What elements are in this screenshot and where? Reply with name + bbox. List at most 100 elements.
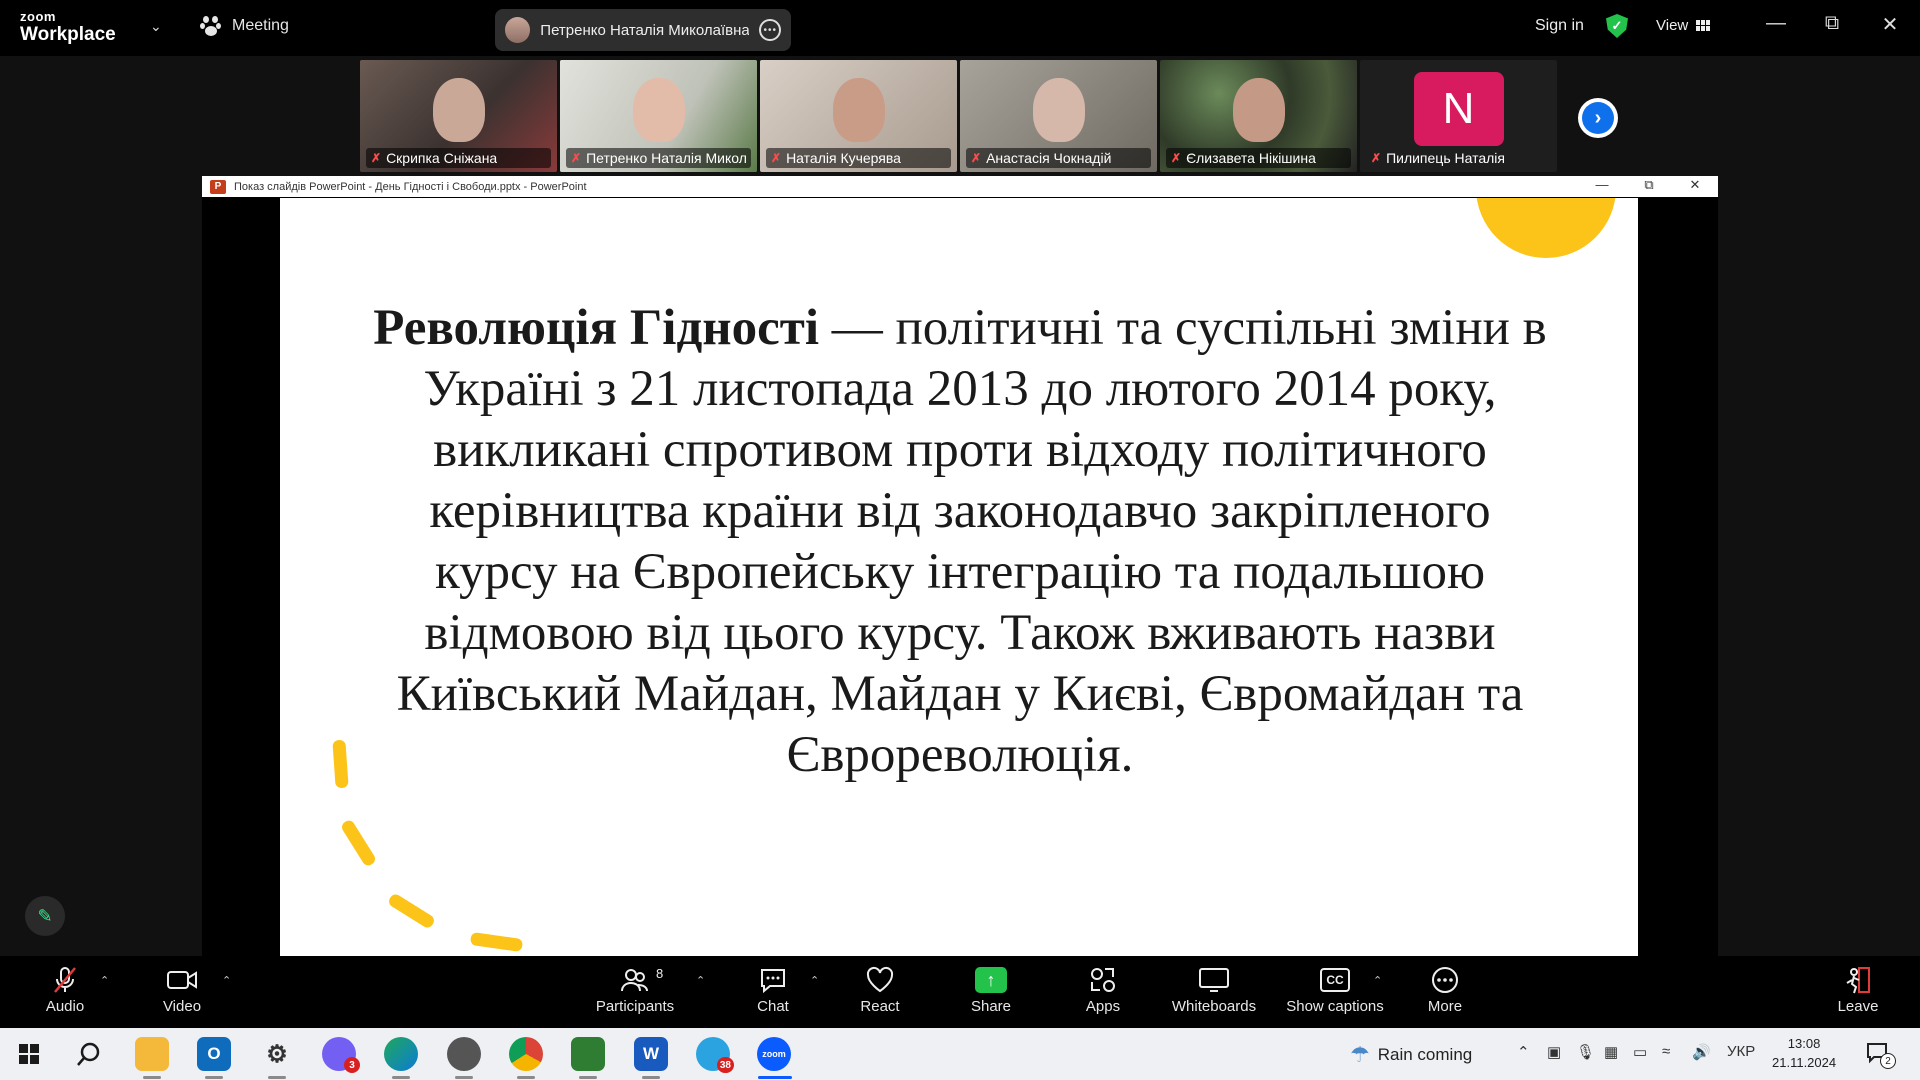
participant-name: Петренко Наталія Миколаївна (586, 150, 746, 166)
apps-button[interactable]: Apps (1048, 964, 1158, 1022)
chevron-right-icon: › (1582, 102, 1614, 134)
search-icon[interactable] (72, 1037, 106, 1071)
chevron-up-icon[interactable]: ⌃ (1517, 1043, 1530, 1061)
mic-muted-icon: ✗ (371, 151, 382, 165)
windows-taskbar: O ⚙ 3 W 38 zoom ☂ Rain coming ⌃ ▣ 🎙 ▦ ▭ … (0, 1028, 1920, 1080)
chat-options-caret[interactable]: ⌃ (810, 974, 819, 987)
participant-tile[interactable]: ✗ Єлизавета Нікішина (1160, 60, 1357, 172)
chat-button[interactable]: Chat (718, 964, 828, 1022)
weather-widget[interactable]: ☂ Rain coming (1350, 1042, 1472, 1068)
apps-icon (1088, 964, 1118, 996)
security-shield-icon[interactable]: ✓ (1606, 14, 1628, 38)
view-button[interactable]: View (1656, 17, 1711, 34)
viber-icon[interactable]: 3 (322, 1037, 360, 1073)
chat-bubble-icon (758, 964, 788, 996)
whiteboards-label: Whiteboards (1171, 998, 1257, 1015)
participant-tile[interactable]: ✗ Наталія Кучерява (760, 60, 957, 172)
edge-browser-icon[interactable] (384, 1037, 418, 1071)
rain-umbrella-icon: ☂ (1350, 1042, 1370, 1067)
telegram-icon[interactable]: 38 (696, 1037, 734, 1073)
participant-video-strip: ✗ Скрипка Сніжана ✗ Петренко Наталія Мик… (360, 60, 1560, 174)
mic-muted-icon: ✗ (771, 151, 782, 165)
chat-label: Chat (757, 998, 789, 1015)
slide-paragraph: — політичні та суспільні зміни в Україні… (396, 300, 1547, 783)
ppt-minimize-icon[interactable]: — (1587, 177, 1617, 192)
word-app-icon[interactable]: W (634, 1037, 668, 1071)
meeting-tray-icon[interactable]: ▣ (1547, 1043, 1561, 1061)
participant-tile[interactable]: ✗ Скрипка Сніжана (360, 60, 557, 172)
meeting-label: Meeting (232, 17, 289, 34)
participants-options-caret[interactable]: ⌃ (696, 974, 705, 987)
language-indicator[interactable]: УКР (1727, 1043, 1755, 1060)
audio-button[interactable]: Audio (10, 964, 120, 1022)
file-explorer-icon[interactable] (135, 1037, 169, 1071)
meeting-controls-toolbar: Audio ⌃ Video ⌃ 8 Participants ⌃ Chat ⌃ … (0, 956, 1920, 1028)
whiteboards-button[interactable]: Whiteboards (1159, 964, 1269, 1022)
ppt-close-icon[interactable]: ✕ (1680, 177, 1710, 193)
show-captions-button[interactable]: CC Show captions (1280, 964, 1390, 1022)
leave-label: Leave (1837, 998, 1879, 1015)
annotate-pen-icon[interactable]: ✎ (25, 896, 65, 936)
slide-body-text: Революція Гідності — політичні та суспіл… (370, 298, 1550, 786)
participant-name: Наталія Кучерява (786, 150, 901, 166)
more-dots-icon (1430, 964, 1460, 996)
participants-button[interactable]: 8 Participants (580, 964, 690, 1022)
dash-decoration (339, 818, 378, 868)
next-participants-button[interactable]: › (1578, 98, 1618, 138)
more-button[interactable]: More (1390, 964, 1500, 1022)
restore-window-icon[interactable]: ⧉ (1812, 12, 1852, 35)
windows-start-icon[interactable] (12, 1037, 46, 1071)
video-camera-icon (166, 964, 198, 996)
screen-share-tray-icon[interactable]: ▦ (1604, 1043, 1618, 1061)
share-screen-button[interactable]: ↑ Share (936, 964, 1046, 1022)
paw-icon (200, 15, 222, 37)
participant-tile[interactable]: ✗ Анастасія Чокнадій (960, 60, 1157, 172)
sign-in-link[interactable]: Sign in (1535, 17, 1584, 35)
telegram-badge: 38 (716, 1057, 734, 1073)
dash-decoration (469, 931, 524, 953)
system-clock[interactable]: 13:08 21.11.2024 (1772, 1034, 1836, 1072)
microphone-tray-icon[interactable]: 🎙 (1576, 1043, 1595, 1061)
minimize-window-icon[interactable]: — (1756, 12, 1796, 35)
view-label: View (1656, 17, 1689, 34)
chrome-browser-icon[interactable] (509, 1037, 543, 1071)
volume-icon[interactable]: 🔊 (1692, 1043, 1711, 1061)
chatgpt-app-icon[interactable] (447, 1037, 481, 1071)
excel-app-icon[interactable] (571, 1037, 605, 1071)
active-speaker-pill[interactable]: Петренко Наталія Миколаївна ••• (495, 9, 791, 51)
zoom-workplace-logo: zoom Workplace (20, 10, 116, 44)
slide-heading: Революція Гідності (373, 300, 820, 356)
mic-muted-icon: ✗ (971, 151, 982, 165)
battery-icon[interactable]: ▭ (1633, 1043, 1647, 1061)
participant-tile-active-speaker[interactable]: ✗ Петренко Наталія Миколаївна (560, 60, 757, 172)
video-button[interactable]: Video (127, 964, 237, 1022)
react-button[interactable]: React (825, 964, 935, 1022)
wifi-icon[interactable]: ≈ (1662, 1043, 1670, 1060)
participant-tile[interactable]: N ✗ Пилипець Наталія (1360, 60, 1557, 172)
audio-label: Audio (45, 998, 85, 1015)
participant-initial-avatar: N (1413, 72, 1504, 146)
chevron-down-icon[interactable]: ⌄ (150, 18, 162, 35)
shared-screen: P Показ слайдів PowerPoint - День Гіднос… (202, 176, 1718, 956)
viber-badge: 3 (344, 1057, 360, 1073)
close-window-icon[interactable]: ✕ (1870, 12, 1910, 37)
ppt-restore-icon[interactable]: ⧉ (1634, 177, 1664, 193)
apps-label: Apps (1085, 998, 1121, 1015)
captions-label: Show captions (1286, 998, 1384, 1015)
more-options-icon[interactable]: ••• (759, 19, 781, 41)
video-options-caret[interactable]: ⌃ (222, 974, 231, 987)
clock-date: 21.11.2024 (1772, 1055, 1837, 1070)
zoom-app-icon[interactable]: zoom (757, 1037, 791, 1071)
audio-options-caret[interactable]: ⌃ (100, 974, 109, 987)
gallery-grid-icon (1696, 20, 1711, 31)
captions-options-caret[interactable]: ⌃ (1373, 974, 1382, 987)
outlook-icon[interactable]: O (197, 1037, 231, 1071)
clock-time: 13:08 (1787, 1036, 1821, 1051)
dash-decoration (332, 739, 349, 789)
notification-center-icon[interactable]: 2 (1866, 1041, 1896, 1069)
weather-text: Rain coming (1377, 1045, 1473, 1064)
speaker-avatar (505, 17, 531, 43)
leave-meeting-button[interactable]: Leave (1803, 964, 1913, 1022)
meeting-menu-button[interactable]: Meeting (200, 15, 289, 37)
settings-gear-icon[interactable]: ⚙ (260, 1037, 294, 1071)
